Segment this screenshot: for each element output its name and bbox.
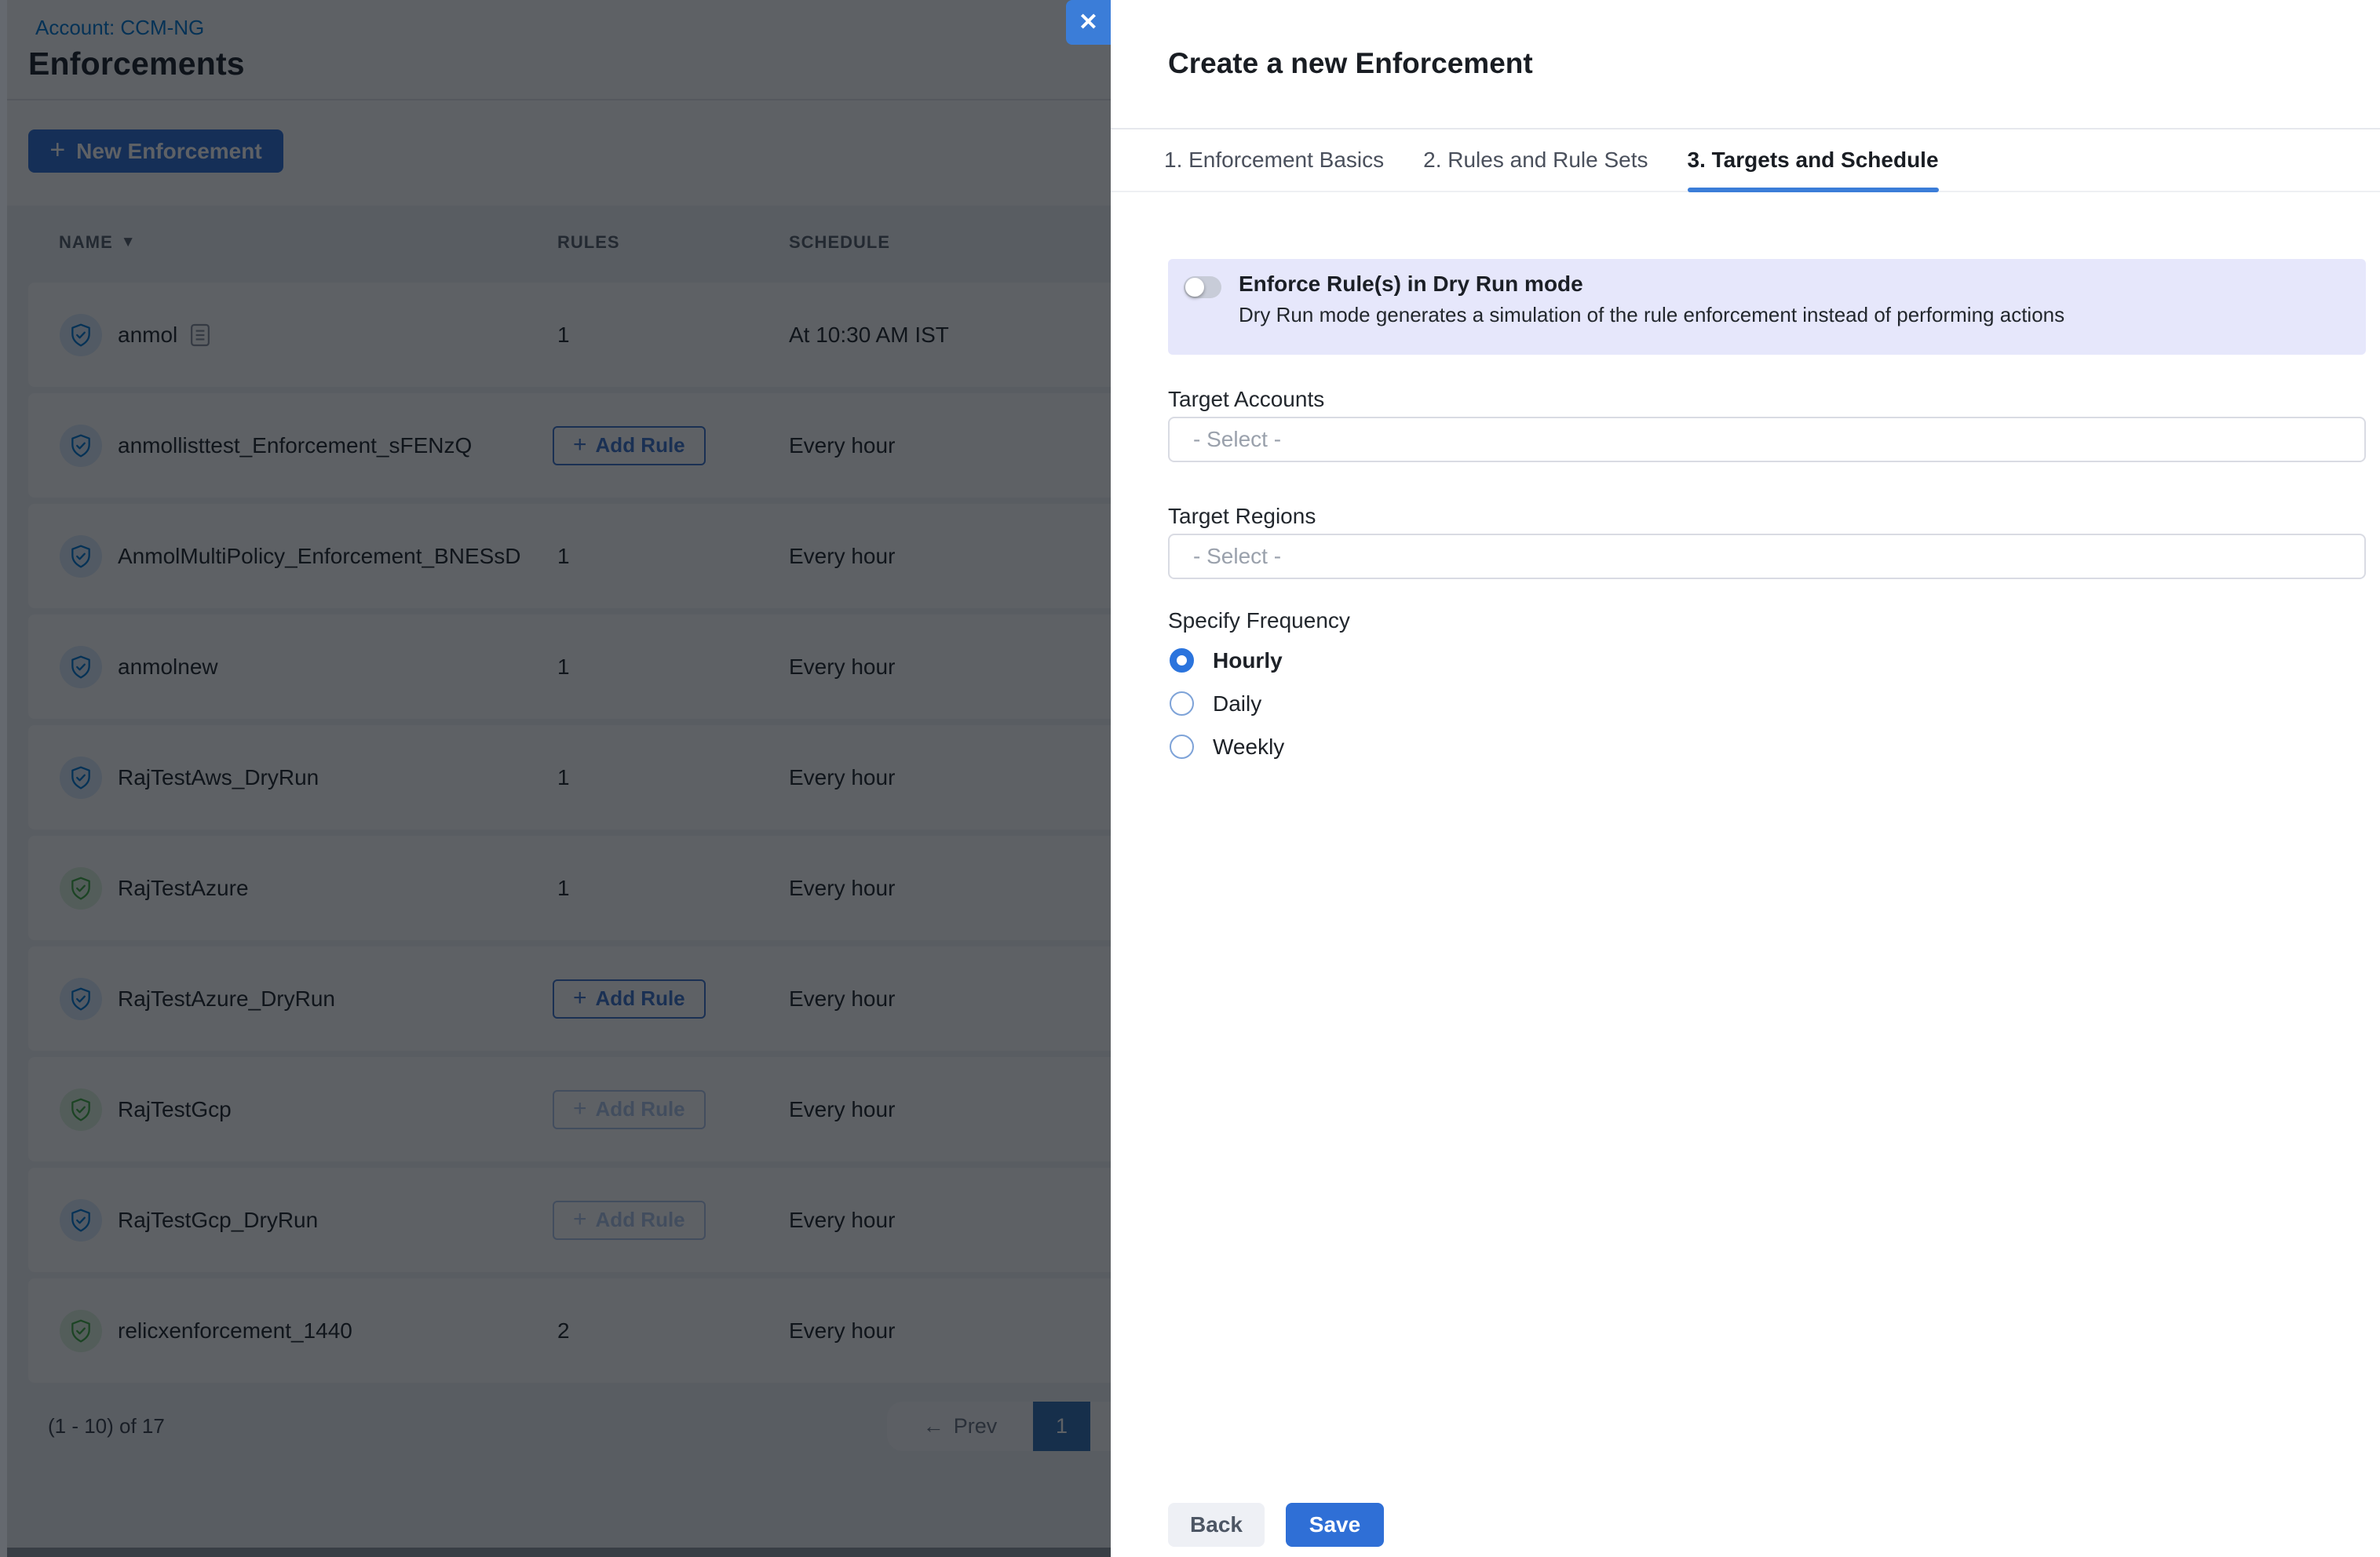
- frequency-option-weekly[interactable]: Weekly: [1170, 725, 1284, 768]
- dry-run-toggle[interactable]: [1184, 276, 1221, 298]
- drawer-header: Create a new Enforcement: [1111, 0, 2380, 129]
- frequency-option-daily[interactable]: Daily: [1170, 682, 1261, 725]
- radio-icon: [1170, 691, 1194, 716]
- target-accounts-select[interactable]: - Select -: [1168, 417, 2366, 462]
- dry-run-description: Dry Run mode generates a simulation of t…: [1239, 303, 2064, 327]
- save-button[interactable]: Save: [1286, 1503, 1384, 1547]
- frequency-option-hourly[interactable]: Hourly: [1170, 639, 1283, 682]
- dry-run-banner: Enforce Rule(s) in Dry Run mode Dry Run …: [1168, 259, 2366, 355]
- select-placeholder: - Select -: [1193, 544, 1281, 569]
- radio-icon: [1170, 648, 1194, 673]
- close-button[interactable]: ✕: [1066, 0, 1111, 45]
- dry-run-title: Enforce Rule(s) in Dry Run mode: [1239, 272, 1583, 297]
- toggle-knob: [1185, 278, 1204, 297]
- radio-icon: [1170, 735, 1194, 759]
- close-icon: ✕: [1079, 9, 1098, 36]
- drawer-body: Enforce Rule(s) in Dry Run mode Dry Run …: [1168, 194, 2366, 1557]
- select-placeholder: - Select -: [1193, 427, 1281, 452]
- target-accounts-label: Target Accounts: [1168, 387, 1324, 412]
- target-regions-select[interactable]: - Select -: [1168, 534, 2366, 579]
- specify-frequency-label: Specify Frequency: [1168, 608, 1350, 633]
- target-regions-label: Target Regions: [1168, 504, 1316, 529]
- back-button[interactable]: Back: [1168, 1503, 1265, 1547]
- tab-enforcement-basics[interactable]: 1. Enforcement Basics: [1164, 129, 1384, 191]
- drawer-title: Create a new Enforcement: [1168, 47, 1533, 80]
- tab-rules-and-rule-sets[interactable]: 2. Rules and Rule Sets: [1423, 129, 1648, 191]
- app-window: Account: CCM-NG Enforcements + New Enfor…: [0, 0, 2380, 1557]
- tab-targets-and-schedule[interactable]: 3. Targets and Schedule: [1688, 129, 1939, 191]
- create-enforcement-drawer: ✕ Create a new Enforcement 1. Enforcemen…: [1111, 0, 2380, 1557]
- left-window-edge: [0, 0, 7, 1557]
- wizard-tabs: 1. Enforcement Basics 2. Rules and Rule …: [1111, 129, 2380, 192]
